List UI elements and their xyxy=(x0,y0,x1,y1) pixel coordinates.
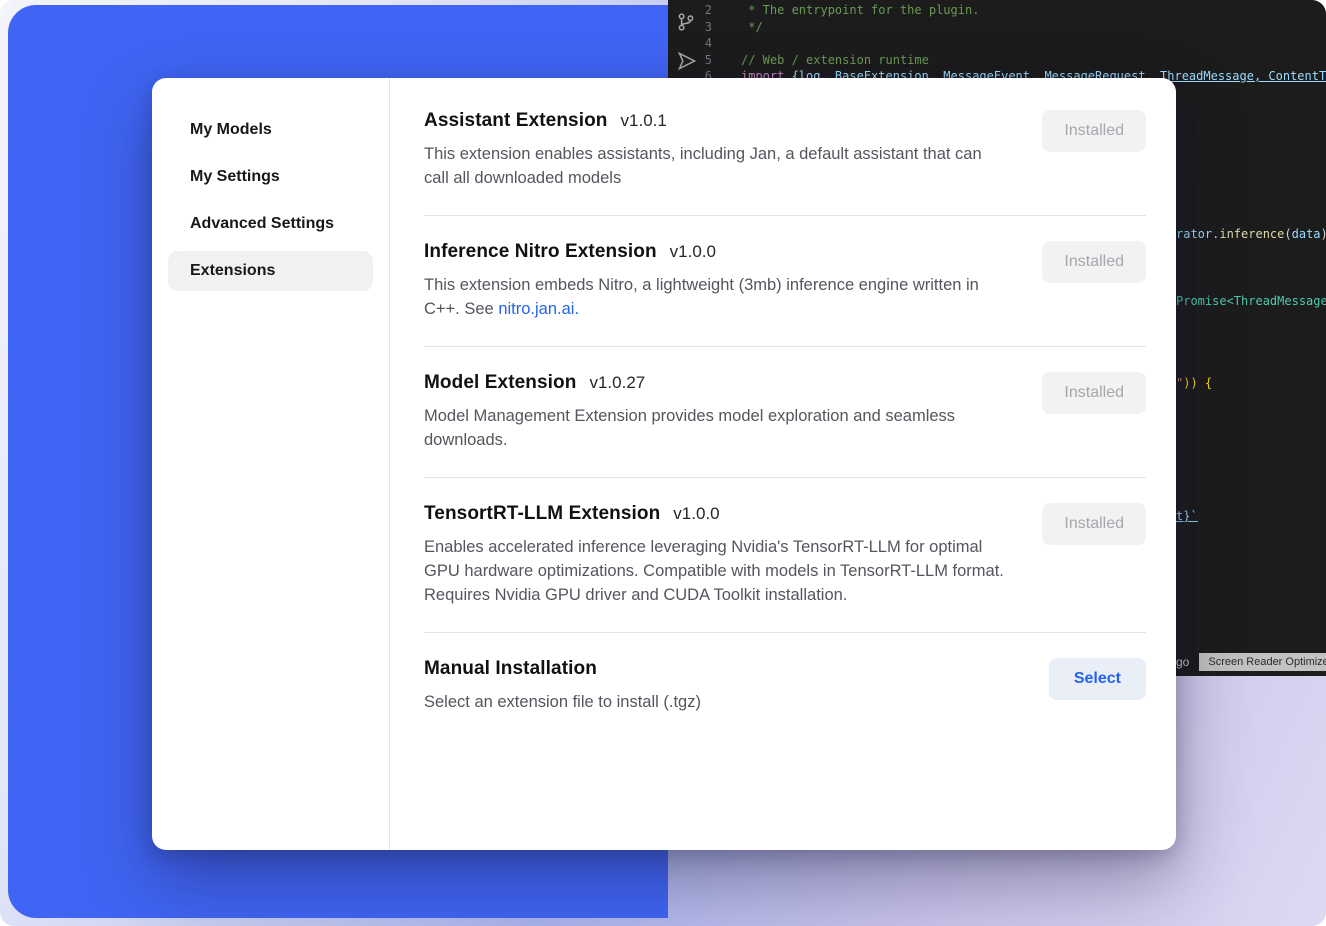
code-fragment: t}` xyxy=(1176,508,1198,525)
extension-row-nitro: Inference Nitro Extension v1.0.0 This ex… xyxy=(424,216,1146,347)
code-identifier: rator. xyxy=(1176,227,1219,241)
extension-version: v1.0.27 xyxy=(589,373,645,393)
extension-name: Model Extension xyxy=(424,372,576,394)
code-line: 2 * The entrypoint for the plugin. xyxy=(668,2,1326,19)
code-comment: */ xyxy=(741,19,763,36)
manual-installation-title: Manual Installation xyxy=(424,658,597,680)
code-type: Promise<ThreadMessage> xyxy=(1176,294,1326,308)
code-line: 4 xyxy=(668,35,1326,52)
screenshot-root: 2 * The entrypoint for the plugin. 3 */ … xyxy=(0,0,1326,926)
installed-button[interactable]: Installed xyxy=(1042,241,1146,283)
extension-info: Assistant Extension v1.0.1 This extensio… xyxy=(424,110,1004,190)
code-comment: // Web / extension runtime xyxy=(741,52,929,69)
code-punctuation: ( xyxy=(1284,227,1291,241)
line-number: 2 xyxy=(668,2,741,19)
extension-title-line: Manual Installation xyxy=(424,658,701,680)
extension-row-model: Model Extension v1.0.27 Model Management… xyxy=(424,347,1146,478)
extension-version: v1.0.0 xyxy=(673,504,719,524)
code-line: 3 */ xyxy=(668,19,1326,36)
extension-description: Model Management Extension provides mode… xyxy=(424,404,1004,452)
extension-name: TensortRT-LLM Extension xyxy=(424,503,660,525)
code-string-end: t}` xyxy=(1176,509,1198,523)
extension-title-line: Assistant Extension v1.0.1 xyxy=(424,110,1004,132)
extension-title-line: Model Extension v1.0.27 xyxy=(424,372,1004,394)
line-number: 4 xyxy=(668,35,741,52)
manual-installation-description: Select an extension file to install (.tg… xyxy=(424,690,701,714)
extension-name: Inference Nitro Extension xyxy=(424,241,657,263)
extension-info: Model Extension v1.0.27 Model Management… xyxy=(424,372,1004,452)
nitro-jan-ai-link[interactable]: nitro.jan.ai. xyxy=(498,300,579,318)
installed-button[interactable]: Installed xyxy=(1042,110,1146,152)
extension-title-line: Inference Nitro Extension v1.0.0 xyxy=(424,241,1004,263)
line-number: 3 xyxy=(668,19,741,36)
code-argument: data xyxy=(1292,227,1321,241)
manual-installation-row: Manual Installation Select an extension … xyxy=(424,633,1146,714)
code-fragment: rator.inference(data)); xyxy=(1176,226,1326,243)
code-area: 2 * The entrypoint for the plugin. 3 */ … xyxy=(668,2,1326,85)
sidebar-item-my-models[interactable]: My Models xyxy=(168,110,373,150)
extension-info: Manual Installation Select an extension … xyxy=(424,658,701,714)
extension-name: Assistant Extension xyxy=(424,110,608,132)
extension-info: Inference Nitro Extension v1.0.0 This ex… xyxy=(424,241,1004,321)
editor-status-bar: go Screen Reader Optimized xyxy=(1176,653,1326,671)
sidebar-item-advanced-settings[interactable]: Advanced Settings xyxy=(168,204,373,244)
sidebar-item-my-settings[interactable]: My Settings xyxy=(168,157,373,197)
code-punctuation: )); xyxy=(1321,227,1326,241)
code-comment: * The entrypoint for the plugin. xyxy=(741,2,979,19)
extension-title-line: TensortRT-LLM Extension v1.0.0 xyxy=(424,503,1004,525)
code-line: 5// Web / extension runtime xyxy=(668,52,1326,69)
extension-version: v1.0.0 xyxy=(670,242,716,262)
extension-description: This extension embeds Nitro, a lightweig… xyxy=(424,273,1004,321)
line-number: 5 xyxy=(668,52,741,69)
extension-info: TensortRT-LLM Extension v1.0.0 Enables a… xyxy=(424,503,1004,607)
installed-button[interactable]: Installed xyxy=(1042,503,1146,545)
settings-sidebar: My Models My Settings Advanced Settings … xyxy=(152,78,390,850)
sidebar-item-extensions[interactable]: Extensions xyxy=(168,251,373,291)
code-fragment: Promise<ThreadMessage> xyxy=(1176,293,1326,310)
extension-row-tensorrt: TensortRT-LLM Extension v1.0.0 Enables a… xyxy=(424,478,1146,633)
code-function: inference xyxy=(1219,227,1284,241)
select-file-button[interactable]: Select xyxy=(1049,658,1146,700)
extension-description: This extension enables assistants, inclu… xyxy=(424,142,1004,190)
settings-modal: My Models My Settings Advanced Settings … xyxy=(152,78,1176,850)
extension-description: Enables accelerated inference leveraging… xyxy=(424,535,1004,607)
code-fragment: ")) { xyxy=(1176,375,1212,392)
screen-reader-badge[interactable]: Screen Reader Optimized xyxy=(1199,653,1326,671)
installed-button[interactable]: Installed xyxy=(1042,372,1146,414)
code-brackets: )) { xyxy=(1183,376,1212,390)
status-text: go xyxy=(1176,655,1189,669)
extension-version: v1.0.1 xyxy=(621,111,667,131)
extension-row-assistant: Assistant Extension v1.0.1 This extensio… xyxy=(424,110,1146,216)
extensions-panel: Assistant Extension v1.0.1 This extensio… xyxy=(390,78,1176,850)
